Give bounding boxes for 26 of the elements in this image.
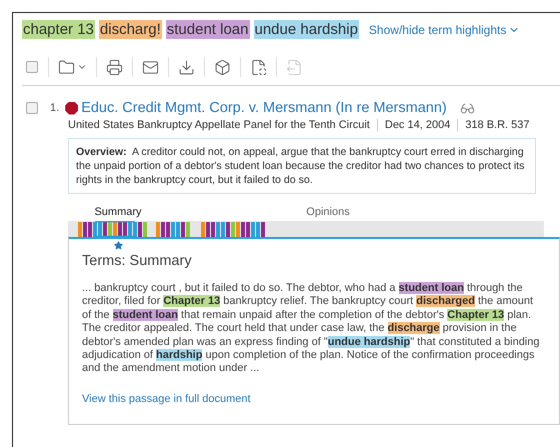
box-icon [214, 58, 231, 76]
select-all-checkbox[interactable] [26, 61, 38, 73]
search-term: student loan [166, 20, 250, 39]
export-icon [286, 58, 303, 76]
download-icon [178, 58, 195, 76]
printer-icon [106, 58, 123, 76]
case-title-link[interactable]: Educ. Credit Mgmt. Corp. v. Mersmann (In re Mersmann) [81, 100, 447, 116]
full-document-link[interactable]: View this passage in full document [82, 392, 251, 405]
document-icon [250, 58, 267, 76]
section-tab[interactable]: Opinions [168, 206, 488, 218]
passage-heading: Terms: Summary [82, 253, 193, 269]
decision-date: Dec 14, 2004 [376, 119, 458, 131]
court-name: United States Bankruptcy Appellate Panel for the Tenth Circuit [68, 119, 371, 131]
folder-icon [58, 58, 75, 76]
section-tab[interactable]: Summary [68, 206, 168, 218]
star-icon [114, 241, 123, 250]
envelope-icon [142, 58, 159, 76]
overview-text: Overview: A creditor could not, on appeal, argue that the bankruptcy court erred in discharging the unpaid portion of a debtor's student loan because the creditor had two chances to protect its rights in the bankruptcy court, but it failed to do so. [68, 138, 536, 194]
result-checkbox[interactable] [26, 102, 38, 114]
search-term: chapter 13 [22, 20, 95, 39]
citation: 318 B.R. 537 [457, 119, 537, 131]
passage-text: ... bankruptcy court , but it failed to do so. The debtor, who had a student loan through the creditor, filed for Chapter 13 bankruptcy relief. The bankruptcy court discharged the amount of the student loan that remain unpaid after the completion of the debtor's Chapter 13 plan. The creditor appealed. The court held that under case law, the discharge provision in the debtor's amended plan was an express finding of "undue hardship" that constituted a binding adjudication of hardship upon completion of the plan. Notice of the confirmation proceedings and the amendment motion under ... [82, 282, 540, 376]
search-term: undue hardship [254, 20, 359, 39]
highlights-toggle-link[interactable]: Show/hide term highlights [368, 22, 520, 36]
search-term: discharg! [98, 20, 162, 39]
result-number: 1. [50, 102, 60, 114]
